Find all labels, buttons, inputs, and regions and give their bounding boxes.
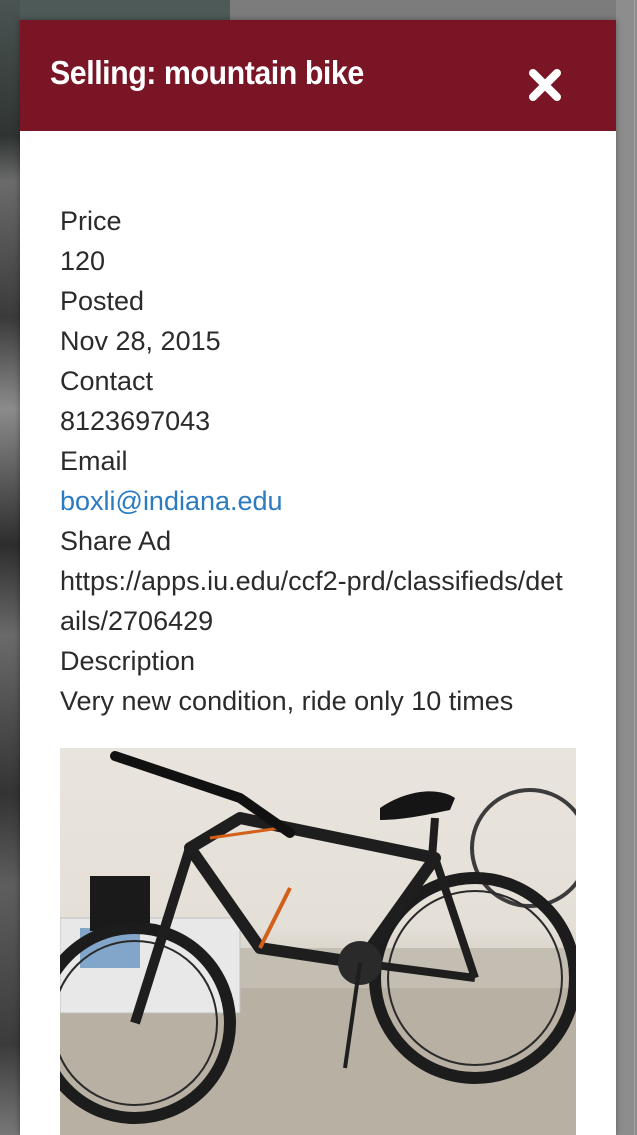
- description-label: Description: [60, 646, 196, 676]
- contact-value: 8123697043: [60, 406, 211, 436]
- listing-photo: [60, 748, 576, 1135]
- posted-value: Nov 28, 2015: [60, 326, 221, 356]
- posted-label: Posted: [60, 286, 145, 316]
- contact-label: Contact: [60, 366, 154, 396]
- listing-detail-modal: Selling: mountain bike Price 120 Posted …: [20, 20, 616, 1135]
- modal-header: Selling: mountain bike: [20, 20, 616, 131]
- close-icon: [529, 69, 561, 101]
- modal-body: Price 120 Posted Nov 28, 2015 Contact 81…: [20, 131, 616, 1135]
- bike-photo-illustration: [60, 751, 576, 1135]
- description-value: Very new condition, ride only 10 times: [60, 686, 514, 716]
- price-label: Price: [60, 206, 122, 236]
- background-listing-thumbnails: [0, 0, 20, 1135]
- share-ad-label: Share Ad: [60, 526, 172, 556]
- price-value: 120: [60, 246, 106, 276]
- background-listing-thumbnail: [20, 0, 230, 20]
- email-link[interactable]: boxli@indiana.edu: [60, 481, 576, 521]
- close-button[interactable]: [528, 68, 562, 102]
- background-divider: [634, 0, 635, 1135]
- modal-title: Selling: mountain bike: [50, 54, 364, 91]
- email-label: Email: [60, 446, 128, 476]
- share-ad-url: https://apps.iu.edu/ccf2-prd/classifieds…: [60, 566, 563, 636]
